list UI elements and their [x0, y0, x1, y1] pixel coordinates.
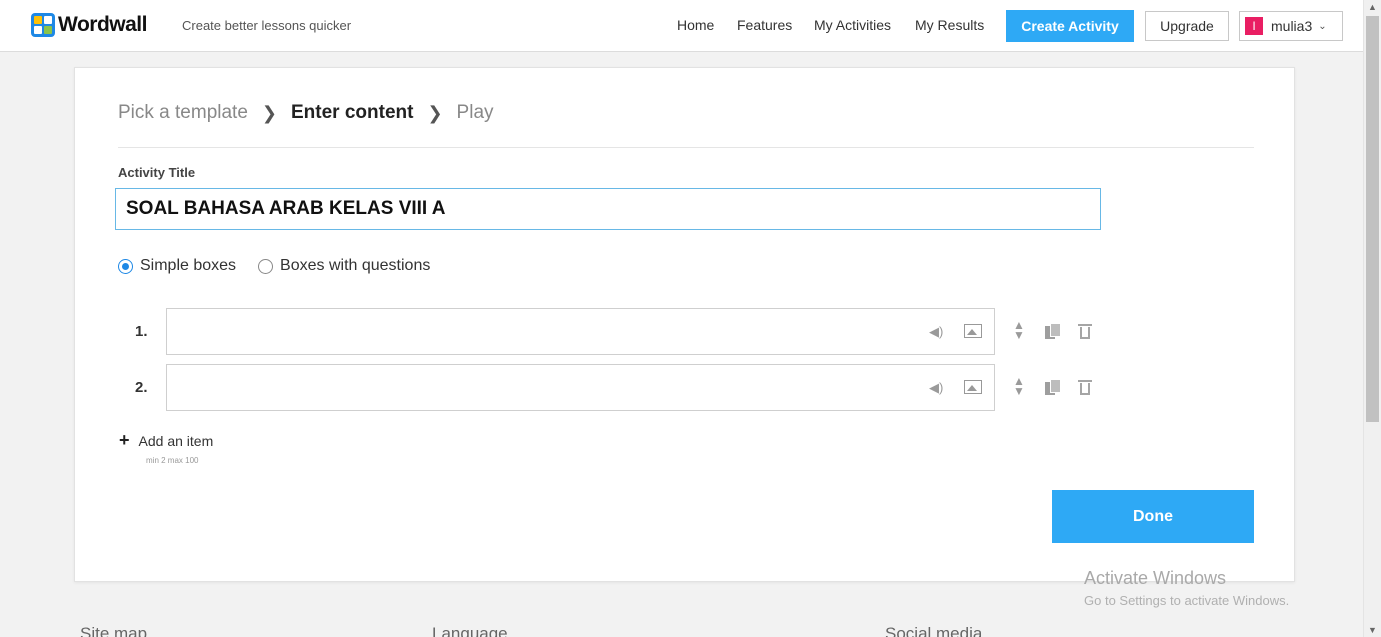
scroll-up-icon[interactable]: ▲ — [1368, 2, 1377, 12]
avatar: I — [1245, 17, 1263, 35]
logo-text: Wordwall — [58, 13, 147, 36]
image-icon[interactable] — [964, 380, 982, 394]
add-item-button[interactable]: + Add an item — [119, 430, 213, 451]
footer-language: Language — [432, 624, 508, 637]
reorder-icon[interactable]: ▲ ▼ — [1013, 319, 1025, 341]
username: mulia3 — [1271, 18, 1313, 34]
scroll-down-icon[interactable]: ▼ — [1368, 625, 1377, 635]
done-button[interactable]: Done — [1052, 490, 1254, 543]
radio-boxes-with-questions[interactable]: Boxes with questions — [258, 257, 430, 275]
add-item-label: Add an item — [138, 432, 214, 449]
nav-my-activities[interactable]: My Activities — [814, 17, 891, 33]
wordwall-logo-icon — [31, 13, 55, 37]
wordwall-logo[interactable]: Wordwall — [31, 13, 147, 37]
scrollbar-thumb[interactable] — [1366, 16, 1379, 422]
radio-boxes-with-questions-label: Boxes with questions — [280, 257, 431, 274]
activate-windows-subtitle: Go to Settings to activate Windows. — [1084, 593, 1290, 608]
top-header: Wordwall Create better lessons quicker H… — [0, 0, 1363, 52]
nav-home[interactable]: Home — [677, 17, 714, 33]
footer-social-media: Social media — [885, 624, 983, 637]
item-input[interactable]: ◀) — [166, 308, 995, 355]
activity-title-input[interactable] — [115, 188, 1101, 230]
list-item: 1. ◀) ▲ ▼ — [118, 308, 1118, 355]
create-activity-button[interactable]: Create Activity — [1006, 10, 1134, 42]
trash-icon[interactable] — [1078, 380, 1092, 395]
radio-simple-boxes-label: Simple boxes — [140, 257, 237, 274]
speaker-icon[interactable]: ◀) — [929, 380, 943, 396]
step-play[interactable]: Play — [457, 102, 494, 124]
duplicate-icon[interactable] — [1045, 323, 1061, 339]
breadcrumb: Pick a template ❯ Enter content ❯ Play — [118, 102, 494, 124]
duplicate-icon[interactable] — [1045, 379, 1061, 395]
upgrade-button[interactable]: Upgrade — [1145, 11, 1229, 41]
radio-simple-boxes[interactable]: Simple boxes — [118, 257, 236, 275]
step-pick-template[interactable]: Pick a template — [118, 102, 248, 124]
plus-icon: + — [119, 430, 130, 450]
box-type-radio-group: Simple boxes Boxes with questions — [118, 257, 452, 275]
activate-windows-title: Activate Windows — [1084, 568, 1227, 588]
footer-site-map: Site map — [80, 624, 148, 637]
user-menu[interactable]: I mulia3 ⌄ — [1239, 11, 1343, 41]
item-number: 2. — [135, 379, 148, 396]
trash-icon[interactable] — [1078, 324, 1092, 339]
image-icon[interactable] — [964, 324, 982, 338]
activity-editor-card: Pick a template ❯ Enter content ❯ Play A… — [74, 67, 1295, 582]
reorder-icon[interactable]: ▲ ▼ — [1013, 375, 1025, 397]
item-input[interactable]: ◀) — [166, 364, 995, 411]
activity-title-label: Activity Title — [118, 165, 196, 180]
chevron-right-icon: ❯ — [261, 102, 277, 123]
page-scrollbar[interactable]: ▲ ▼ — [1363, 0, 1381, 637]
speaker-icon[interactable]: ◀) — [929, 324, 943, 340]
nav-my-results[interactable]: My Results — [915, 17, 984, 33]
list-item: 2. ◀) ▲ ▼ — [118, 364, 1118, 411]
radio-boxes-with-questions-indicator[interactable] — [258, 258, 274, 274]
divider — [118, 147, 1254, 148]
chevron-right-icon: ❯ — [427, 102, 443, 123]
radio-simple-boxes-indicator[interactable] — [118, 258, 133, 274]
item-number: 1. — [135, 323, 148, 340]
tagline: Create better lessons quicker — [182, 18, 352, 33]
step-enter-content: Enter content — [291, 102, 414, 123]
nav-features[interactable]: Features — [737, 17, 792, 33]
chevron-down-icon: ⌄ — [1318, 20, 1327, 32]
item-limit-hint: min 2 max 100 — [146, 456, 199, 465]
